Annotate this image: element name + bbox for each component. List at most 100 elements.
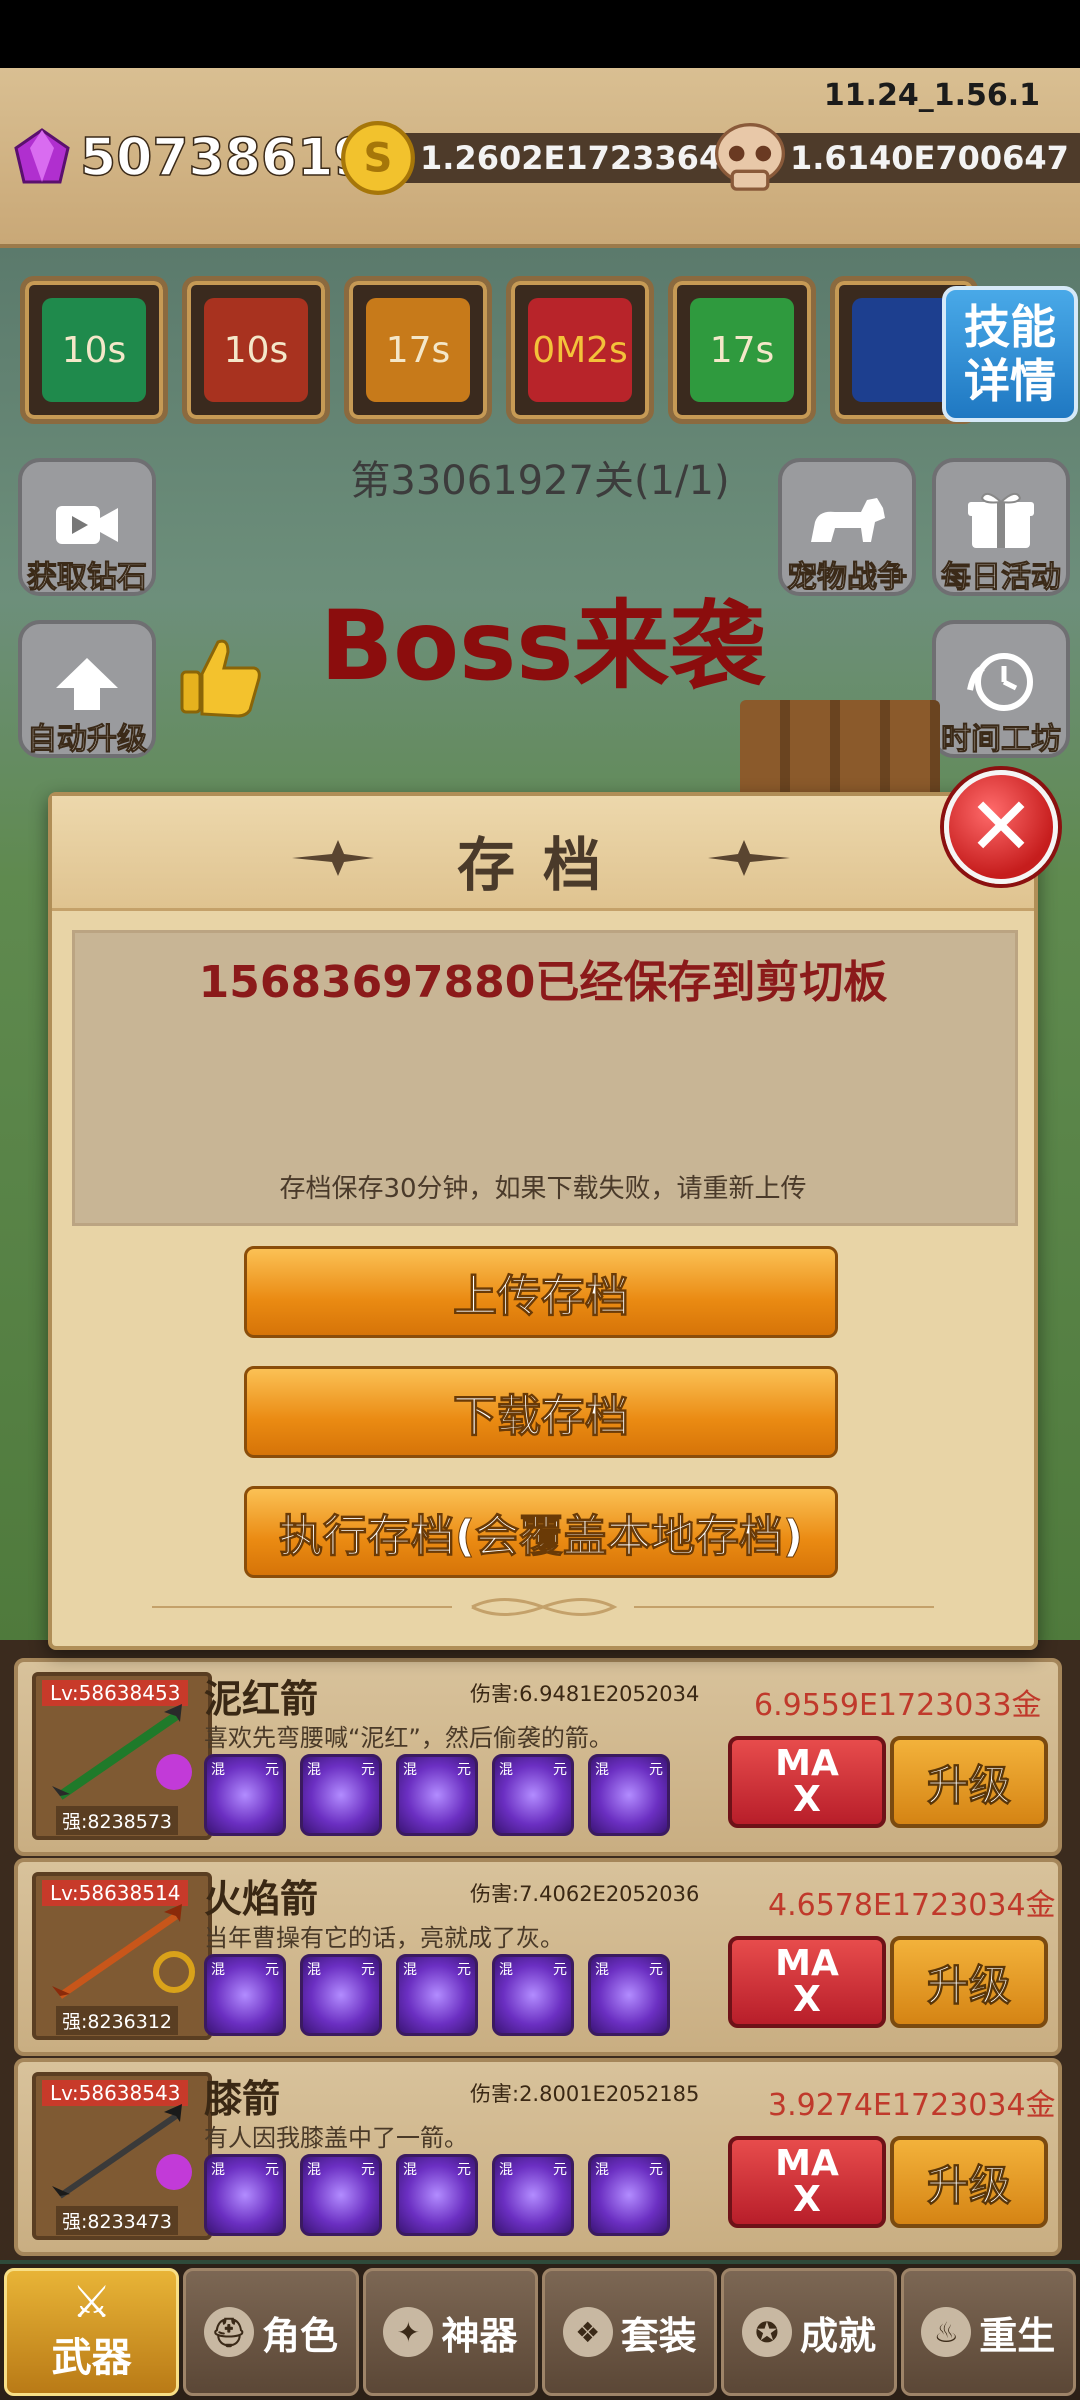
weapon-damage: 伤害:2.8001E2052185: [470, 2082, 700, 2106]
weapon-name: 膝箭: [204, 2077, 281, 2121]
download-save-button[interactable]: 下载存档: [244, 1366, 838, 1458]
weapon-row: Lv:58638543 强:8233473 膝箭 伤害:2.8001E20521…: [14, 2058, 1062, 2256]
skill-slot-4[interactable]: 0M2s: [506, 276, 654, 424]
daily-event-label: 每日活动: [941, 560, 1062, 596]
max-button[interactable]: MAX: [728, 1936, 886, 2028]
crossed-swords-icon: ⚔: [71, 2277, 112, 2328]
time-workshop-label: 时间工坊: [941, 722, 1062, 758]
yin-yang-gem-slot[interactable]: 混元: [492, 2154, 574, 2236]
yin-yang-gem-slot[interactable]: 混元: [588, 1754, 670, 1836]
yin-yang-gem-slot[interactable]: 混元: [300, 2154, 382, 2236]
helmet-icon: ⛑: [203, 2307, 254, 2357]
gem-tag-right: 元: [649, 2162, 663, 2178]
clock-icon: [967, 653, 1033, 711]
skull-icon: [715, 122, 785, 191]
yin-yang-gem-slot[interactable]: 混元: [396, 2154, 478, 2236]
weapon-damage: 伤害:6.9481E2052034: [470, 1682, 700, 1706]
yin-yang-gem-slot[interactable]: 混元: [204, 2154, 286, 2236]
upgrade-button[interactable]: 升级: [890, 2136, 1048, 2228]
yin-yang-gem-slot[interactable]: 混元: [396, 1754, 478, 1836]
upgrade-button[interactable]: 升级: [890, 1736, 1048, 1828]
auto-upgrade-button[interactable]: 自动升级: [18, 620, 156, 758]
gem-tag-right: 元: [265, 2162, 279, 2178]
skill-slot-3[interactable]: 17s: [344, 276, 492, 424]
max-button[interactable]: MAX: [728, 2136, 886, 2228]
gem-count: 50738619: [79, 127, 370, 189]
gem-tag-left: 混: [403, 1962, 417, 1978]
tab-achievement[interactable]: ✪ 成就: [721, 2268, 897, 2396]
gem-tag-left: 混: [307, 2162, 321, 2178]
gem-tag-left: 混: [595, 1762, 609, 1778]
yin-yang-gem-slot[interactable]: 混元: [588, 1954, 670, 2036]
auto-upgrade-label: 自动升级: [27, 722, 148, 758]
gem-tag-left: 混: [307, 1962, 321, 1978]
weapon-icon[interactable]: Lv:58638514 强:8236312: [32, 1872, 212, 2040]
gem-tag-left: 混: [499, 1962, 513, 1978]
execute-save-button[interactable]: 执行存档(会覆盖本地存档): [244, 1486, 838, 1578]
yin-yang-gem-slot[interactable]: 混元: [300, 1954, 382, 2036]
skill-2-timer: 10s: [223, 329, 289, 371]
gem-slots: 混元 混元 混元 混元 混元: [204, 2154, 670, 2236]
pet-war-button[interactable]: 宠物战争: [778, 458, 916, 596]
skill-slot-2[interactable]: 10s: [182, 276, 330, 424]
max-button[interactable]: MAX: [728, 1736, 886, 1828]
weapon-description: 有人因我膝盖中了一箭。: [204, 2124, 468, 2152]
max-label: MAX: [775, 1943, 839, 2020]
tab-weapons[interactable]: ⚔ 武器: [4, 2268, 180, 2396]
gem-counter: 50738619: [10, 127, 370, 189]
upgrade-cost: 3.9274E1723034金: [768, 2088, 1056, 2123]
weapon-icon[interactable]: Lv:58638453 强:8238573: [32, 1672, 212, 1840]
gem-tag-left: 混: [595, 1962, 609, 1978]
skill-details-button[interactable]: 技能详情: [942, 286, 1078, 422]
gem-tag-right: 元: [265, 1762, 279, 1778]
skill-slot-1[interactable]: 10s: [20, 276, 168, 424]
gem-tag-left: 混: [403, 1762, 417, 1778]
achievement-icon: ✪: [741, 2307, 792, 2357]
skull-amount: 1.6140E700647: [750, 133, 1080, 183]
weapon-icon[interactable]: Lv:58638543 强:8233473: [32, 2072, 212, 2240]
upgrade-button[interactable]: 升级: [890, 1936, 1048, 2028]
save-code-message: 15683697880已经保存到剪切板: [198, 957, 888, 1008]
tab-character[interactable]: ⛑ 角色: [183, 2268, 359, 2396]
skill-5-timer: 17s: [709, 329, 775, 371]
yin-yang-gem-slot[interactable]: 混元: [396, 1954, 478, 2036]
close-button[interactable]: ✕: [944, 770, 1058, 884]
video-camera-icon: [56, 506, 118, 544]
gem-tag-right: 元: [553, 1762, 567, 1778]
skill-1-icon: 10s: [42, 298, 146, 402]
gift-icon: [968, 492, 1034, 548]
gem-tag-right: 元: [361, 2162, 375, 2178]
skill-1-timer: 10s: [61, 329, 127, 371]
armor-set-icon: ❖: [562, 2307, 613, 2357]
yin-yang-gem-slot[interactable]: 混元: [492, 1754, 574, 1836]
skill-slot-5[interactable]: 17s: [668, 276, 816, 424]
thumbs-up-icon[interactable]: [172, 628, 268, 724]
yin-yang-gem-slot[interactable]: 混元: [204, 1954, 286, 2036]
tab-artifact-label: 神器: [441, 2313, 518, 2358]
gem-tag-right: 元: [649, 1762, 663, 1778]
weapon-strength: 强:8233473: [56, 2206, 179, 2235]
gem-tag-left: 混: [499, 1762, 513, 1778]
weapon-row: Lv:58638514 强:8236312 火焰箭 伤害:7.4062E2052…: [14, 1858, 1062, 2056]
gem-tag-left: 混: [307, 1762, 321, 1778]
yin-yang-gem-slot[interactable]: 混元: [204, 1754, 286, 1836]
tab-artifact[interactable]: ✦ 神器: [362, 2268, 538, 2396]
tab-set[interactable]: ❖ 套装: [541, 2268, 718, 2396]
time-workshop-button[interactable]: 时间工坊: [932, 620, 1070, 758]
yin-yang-gem-slot[interactable]: 混元: [492, 1954, 574, 2036]
max-label: MAX: [775, 2143, 839, 2220]
yin-yang-gem-slot[interactable]: 混元: [300, 1754, 382, 1836]
arrow-icon: [52, 1904, 195, 1999]
weapon-name: 火焰箭: [204, 1877, 319, 1921]
save-note: 存档保存30分钟，如果下载失败，请重新上传: [279, 1174, 807, 1204]
save-dialog: 存档 15683697880已经保存到剪切板 存档保存30分钟，如果下载失败，请…: [48, 792, 1038, 1650]
weapon-name: 泥红箭: [204, 1677, 319, 1721]
upload-save-button[interactable]: 上传存档: [244, 1246, 838, 1338]
skull-counter: 1.6140E700647: [710, 122, 1080, 191]
tab-rebirth[interactable]: ♨ 重生: [900, 2268, 1076, 2396]
yin-yang-gem-slot[interactable]: 混元: [588, 2154, 670, 2236]
daily-event-button[interactable]: 每日活动: [932, 458, 1070, 596]
gem-tag-left: 混: [499, 2162, 513, 2178]
get-diamonds-button[interactable]: 获取钻石: [18, 458, 156, 596]
status-bar: [0, 0, 1080, 68]
